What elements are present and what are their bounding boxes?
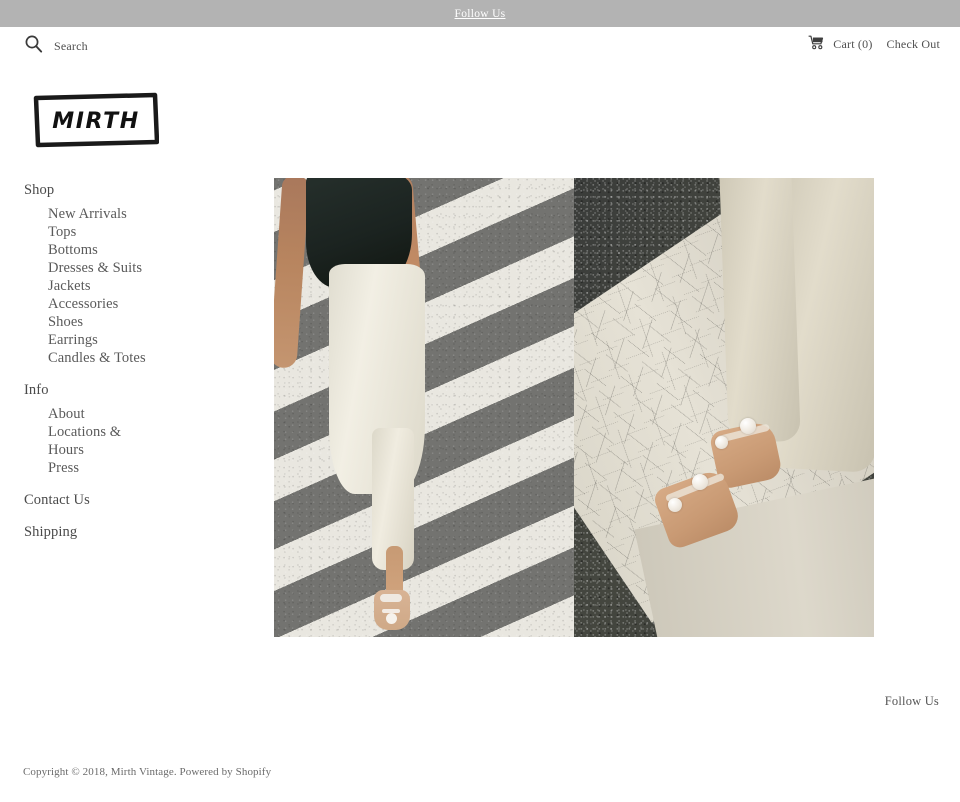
mirth-logo-icon: MIRTH [33,92,159,148]
hero-image-right[interactable] [574,178,874,637]
sidebar-item-dresses-suits[interactable]: Dresses & Suits [0,259,250,277]
cart-link[interactable]: Cart (0) [808,35,872,54]
nav-sublist-info: About Locations & Hours Press [0,405,250,477]
model-sandal [374,590,410,630]
cart-icon [808,35,825,54]
logo-wordmark: MIRTH [52,109,139,134]
account-links: Cart (0) Check Out [808,35,940,54]
nav-group-shop: Shop New Arrivals Tops Bottoms Dresses &… [0,178,250,367]
search-icon[interactable] [24,34,43,58]
sidebar-item-jackets[interactable]: Jackets [0,277,250,295]
utility-header: Search Cart (0) Check Out [0,27,960,65]
sidebar-item-locations-hours-line1[interactable]: Locations & [0,423,250,441]
sidebar-item-shop[interactable]: Shop [0,178,250,202]
sidebar-item-about[interactable]: About [0,405,250,423]
sidebar-navigation: Shop New Arrivals Tops Bottoms Dresses &… [0,178,250,544]
sidebar-item-press[interactable]: Press [0,459,250,477]
model-leg-left [719,178,801,444]
cart-label: Cart (0) [833,37,873,51]
site-logo[interactable]: MIRTH [33,92,159,148]
sidebar-item-tops[interactable]: Tops [0,223,250,241]
sidebar-item-earrings[interactable]: Earrings [0,331,250,349]
hero-image-block [274,178,874,637]
search-control[interactable]: Search [24,34,88,58]
sandal-pearl [740,418,756,434]
announcement-bar: Follow Us [0,0,960,27]
sidebar-item-contact-us[interactable]: Contact Us [0,488,250,512]
search-label[interactable]: Search [54,39,88,54]
checkout-link[interactable]: Check Out [887,37,940,52]
sidebar-item-info[interactable]: Info [0,378,250,402]
sidebar-item-candles-totes[interactable]: Candles & Totes [0,349,250,367]
nav-sublist-shop: New Arrivals Tops Bottoms Dresses & Suit… [0,205,250,367]
sidebar-item-new-arrivals[interactable]: New Arrivals [0,205,250,223]
footer-copyright: Copyright © 2018, Mirth Vintage. Powered… [23,766,272,778]
footer-follow-us-link[interactable]: Follow Us [885,694,939,709]
sidebar-item-shoes[interactable]: Shoes [0,313,250,331]
sandal-pearl [692,474,708,490]
sidebar-item-accessories[interactable]: Accessories [0,295,250,313]
announcement-follow-us-link[interactable]: Follow Us [455,8,506,20]
sidebar-item-shipping[interactable]: Shipping [0,520,250,544]
nav-group-info: Info About Locations & Hours Press [0,378,250,477]
sidebar-item-bottoms[interactable]: Bottoms [0,241,250,259]
sandal-pearl [668,498,682,512]
page-root: Follow Us Search Cart (0) Check Out MIRT… [0,0,960,802]
sidebar-item-locations-hours-line2[interactable]: Hours [0,441,250,459]
sandal-pearl [715,436,728,449]
hero-image-left[interactable] [274,178,574,637]
